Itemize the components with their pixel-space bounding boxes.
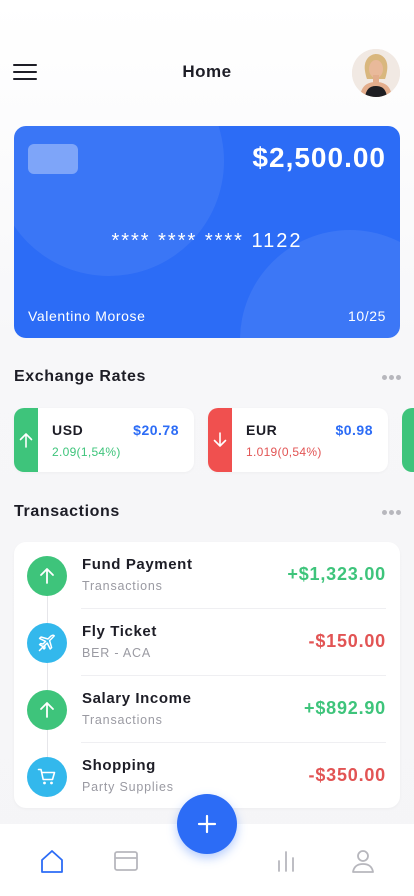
header: Home (0, 44, 414, 100)
transaction-subtitle: BER - ACA (82, 646, 152, 660)
rate-code: EUR (246, 422, 278, 438)
transactions-list: Fund Payment Transactions +$1,323.00 Fly… (14, 542, 400, 808)
rate-strip (14, 408, 38, 472)
rate-strip (208, 408, 232, 472)
transaction-title: Fund Payment (82, 556, 193, 573)
rate-value: $0.98 (335, 422, 373, 438)
card-holder: Valentino Morose (28, 308, 146, 324)
rate-change: 1.019(0,54%) (246, 445, 322, 459)
transactions-title: Transactions (14, 503, 120, 520)
transaction-amount: +$1,323.00 (287, 564, 386, 584)
home-screen: Home $2,500.00 **** **** **** 1122 Valen… (0, 0, 414, 896)
transaction-subtitle: Transactions (82, 579, 163, 593)
arrow-up-icon (27, 556, 67, 596)
transaction-amount: -$150.00 (308, 631, 386, 651)
exchange-more-icon[interactable] (382, 375, 402, 381)
transaction-subtitle: Transactions (82, 713, 163, 727)
arrow-down-icon (213, 432, 227, 447)
rate-card-eur[interactable]: EUR $0.98 1.019(0,54%) (208, 408, 388, 472)
avatar[interactable] (352, 49, 400, 97)
card-expiry: 10/25 (347, 308, 386, 324)
airplane-icon (27, 623, 67, 663)
transaction-title: Fly Ticket (82, 623, 157, 640)
rate-card-peek[interactable] (402, 408, 414, 472)
rate-change: 2.09(1,54%) (52, 445, 121, 459)
card-chip-icon (28, 144, 78, 174)
list-item[interactable]: Fly Ticket BER - ACA -$150.00 (14, 609, 400, 676)
list-item[interactable]: Fund Payment Transactions +$1,323.00 (14, 542, 400, 609)
card-number: **** **** **** 1122 (111, 230, 303, 252)
transaction-amount: -$350.00 (308, 765, 386, 785)
add-button[interactable] (177, 794, 237, 854)
credit-card[interactable]: $2,500.00 **** **** **** 1122 Valentino … (14, 126, 400, 338)
transaction-amount: +$892.90 (304, 698, 386, 718)
card-icon[interactable] (111, 846, 141, 876)
arrow-up-icon (19, 433, 33, 448)
stats-icon[interactable] (271, 846, 301, 876)
transactions-more-icon[interactable] (382, 510, 402, 516)
card-balance: $2,500.00 (252, 142, 386, 173)
rate-card-usd[interactable]: USD $20.78 2.09(1,54%) (14, 408, 194, 472)
home-icon[interactable] (37, 846, 67, 876)
rate-code: USD (52, 422, 84, 438)
profile-icon[interactable] (348, 846, 378, 876)
transaction-title: Salary Income (82, 690, 192, 707)
transaction-title: Shopping (82, 757, 156, 774)
arrow-up-icon (27, 690, 67, 730)
cart-icon (27, 757, 67, 797)
exchange-rates-title: Exchange Rates (14, 368, 147, 385)
transaction-subtitle: Party Supplies (82, 780, 174, 794)
list-item[interactable]: Salary Income Transactions +$892.90 (14, 676, 400, 743)
plus-icon (197, 814, 217, 834)
rate-value: $20.78 (133, 422, 179, 438)
